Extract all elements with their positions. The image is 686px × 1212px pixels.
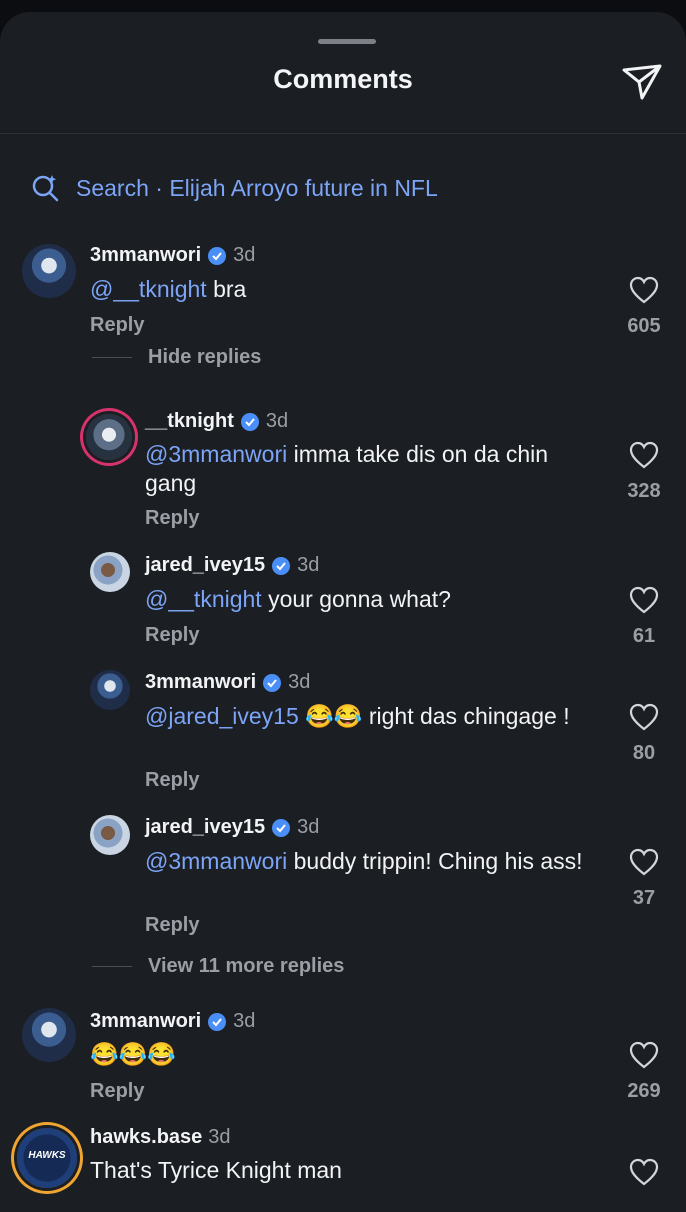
comment-text: 😂😂😂 [90, 1041, 176, 1067]
comment-text: your gonna what? [261, 586, 451, 612]
avatar[interactable] [90, 670, 130, 710]
comment-username[interactable]: 3mmanwori [145, 671, 256, 694]
like-count: 328 [627, 480, 661, 502]
comment-text: bra [206, 276, 247, 302]
like-group: 37 [604, 848, 684, 910]
comment-username[interactable]: hawks.base [90, 1126, 202, 1149]
like-count: 269 [627, 1080, 661, 1102]
verified-badge-icon [272, 556, 291, 575]
comment-mention[interactable]: @3mmanwori [145, 848, 287, 874]
comment-mention[interactable]: @jared_ivey15 [145, 703, 299, 729]
verified-badge-icon [263, 673, 282, 692]
comment-time: 3d [208, 1126, 231, 1148]
avatar-logo-text: HAWKS [28, 1150, 66, 1161]
heart-icon[interactable] [629, 276, 659, 304]
like-group: 80 [604, 703, 684, 765]
heart-icon[interactable] [629, 586, 659, 614]
like-group: 269 [604, 1041, 684, 1103]
reply-button[interactable]: Reply [90, 1080, 144, 1103]
comment-time: 3d [233, 244, 256, 266]
comment-username[interactable]: jared_ivey15 [145, 554, 265, 577]
heart-icon[interactable] [629, 1158, 659, 1186]
comment-username[interactable]: 3mmanwori [90, 244, 201, 267]
page-title: Comments [273, 64, 413, 94]
reply-button[interactable]: Reply [145, 624, 199, 647]
comment-mention[interactable]: @3mmanwori [145, 441, 287, 467]
heart-icon[interactable] [629, 703, 659, 731]
like-count: 605 [627, 315, 661, 337]
like-group [604, 1158, 684, 1186]
avatar[interactable] [22, 244, 76, 298]
comment-mention[interactable]: @__tknight [90, 276, 207, 302]
header-divider [0, 133, 686, 134]
comment-time: 3d [297, 816, 320, 838]
view-more-replies-button[interactable]: View 11 more replies [92, 955, 344, 978]
like-group: 605 [604, 276, 684, 338]
avatar[interactable]: HAWKS [17, 1128, 77, 1188]
comment-time: 3d [288, 671, 311, 693]
like-count: 37 [632, 887, 656, 909]
comment-username[interactable]: 3mmanwori [90, 1010, 201, 1033]
comment-username[interactable]: __tknight [145, 410, 234, 433]
reply-button[interactable]: Reply [145, 507, 199, 530]
reply-button[interactable]: Reply [145, 769, 199, 792]
hide-replies-button[interactable]: Hide replies [92, 346, 261, 369]
verified-badge-icon [240, 412, 259, 431]
comment-time: 3d [297, 554, 320, 576]
heart-icon[interactable] [629, 441, 659, 469]
thread-line [92, 357, 132, 358]
verified-badge-icon [272, 818, 291, 837]
heart-icon[interactable] [629, 848, 659, 876]
comment-text: 😂😂 right das chingage ! [298, 703, 570, 729]
like-group: 61 [604, 586, 684, 648]
comment-text: That's Tyrice Knight man [90, 1157, 342, 1183]
avatar[interactable] [90, 815, 130, 855]
thread-line [92, 966, 132, 967]
comment-text: buddy trippin! Ching his ass! [287, 848, 583, 874]
comment-time: 3d [265, 410, 289, 432]
share-icon[interactable] [620, 62, 664, 102]
verified-badge-icon [208, 246, 227, 265]
comment-time: 3d [233, 1010, 256, 1032]
comment-mention[interactable]: @__tknight [145, 586, 262, 612]
comment-username[interactable]: jared_ivey15 [145, 816, 265, 839]
like-count: 80 [632, 742, 656, 764]
heart-icon[interactable] [629, 1041, 659, 1069]
search-sparkle-icon [32, 175, 59, 202]
reply-button[interactable]: Reply [145, 914, 199, 937]
sheet-grabber[interactable] [318, 39, 376, 44]
avatar[interactable] [90, 552, 130, 592]
hide-replies-label: Hide replies [148, 346, 262, 368]
like-group: 328 [604, 441, 684, 503]
search-suggestion[interactable]: Search · Elijah Arroyo future in NFL [30, 170, 438, 206]
verified-badge-icon [208, 1012, 227, 1031]
reply-button[interactable]: Reply [90, 314, 144, 337]
view-more-replies-label: View 11 more replies [148, 955, 345, 977]
search-suggestion-label: Search · Elijah Arroyo future in NFL [76, 174, 438, 201]
avatar[interactable] [22, 1008, 76, 1062]
avatar[interactable] [86, 414, 132, 460]
like-count: 61 [632, 625, 656, 647]
